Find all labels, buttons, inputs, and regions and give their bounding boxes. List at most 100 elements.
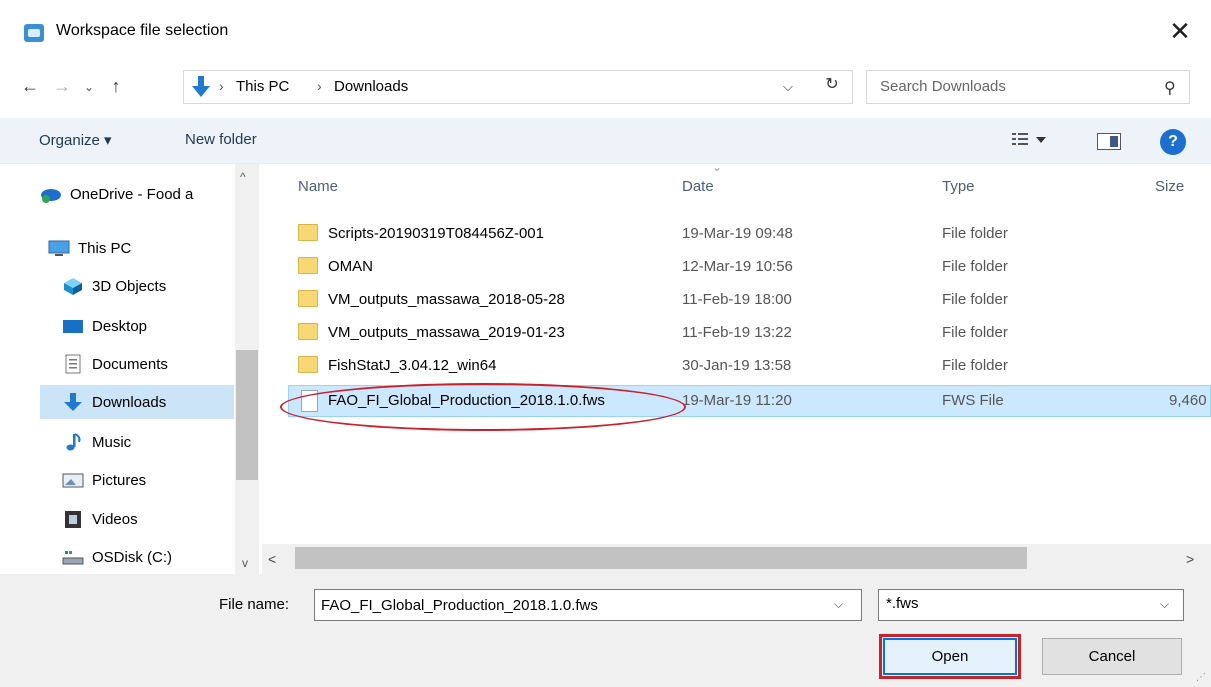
open-button[interactable]: Open (879, 634, 1021, 679)
nav-item-music[interactable]: Music (62, 425, 232, 459)
filter-dropdown-icon[interactable]: ⌵ (1160, 597, 1169, 612)
file-type: File folder (942, 291, 1008, 308)
change-view-icon[interactable] (1010, 128, 1050, 152)
address-dropdown-icon[interactable]: ⌵ (783, 79, 793, 95)
file-date: 19-Mar-19 11:20 (682, 392, 792, 409)
forward-arrow-icon[interactable]: → (48, 76, 76, 102)
downloads-location-icon (192, 76, 210, 97)
nav-item-label: OneDrive - Food a (70, 185, 194, 203)
breadcrumb-downloads[interactable]: Downloads (334, 78, 408, 95)
file-name: OMAN (328, 258, 373, 275)
nav-item-label: This PC (78, 239, 132, 257)
close-button[interactable]: ✕ (1160, 14, 1200, 50)
folder-icon (298, 323, 318, 340)
3d-objects-icon (62, 276, 84, 296)
column-header-date[interactable]: Date (682, 178, 714, 195)
file-date: 30-Jan-19 13:58 (682, 357, 792, 374)
pictures-icon (62, 470, 84, 490)
file-name: VM_outputs_massawa_2018-05-28 (328, 291, 565, 308)
downloads-icon (62, 392, 84, 412)
nav-item-label: Music (92, 433, 132, 451)
new-folder-button[interactable]: New folder (185, 131, 257, 148)
file-name: FishStatJ_3.04.12_win64 (328, 357, 497, 374)
recent-locations-chevron-icon[interactable]: ⌄ (78, 80, 100, 106)
nav-item-label: Downloads (92, 393, 167, 411)
scroll-down-icon[interactable]: v (242, 556, 248, 570)
navigation-pane: OneDrive - Food a This PC 3D Objects Des… (0, 164, 262, 574)
desktop-icon (62, 316, 84, 336)
nav-item-label: Pictures (92, 471, 147, 489)
up-arrow-icon[interactable]: ↑ (102, 76, 130, 102)
breadcrumb-separator: › (317, 78, 322, 94)
file-row[interactable]: VM_outputs_massawa_2018-05-28 11-Feb-19 … (288, 284, 1211, 316)
organize-button[interactable]: Organize ▾ (39, 131, 112, 149)
file-name-input[interactable] (314, 589, 862, 621)
file-type-filter-value: *.fws (886, 595, 919, 612)
file-type: File folder (942, 324, 1008, 341)
preview-pane-icon[interactable] (1097, 133, 1121, 150)
breadcrumb-this-pc[interactable]: This PC (236, 78, 289, 95)
nav-item-this-pc[interactable]: This PC (48, 231, 228, 265)
nav-item-label: OSDisk (C:) (92, 548, 172, 566)
folder-icon (298, 356, 318, 373)
folder-icon (298, 257, 318, 274)
scroll-up-icon[interactable]: ^ (240, 170, 246, 184)
folder-icon (298, 290, 318, 307)
file-date: 19-Mar-19 09:48 (682, 225, 793, 242)
file-name-dropdown-icon[interactable]: ⌵ (834, 597, 843, 612)
scroll-right-icon[interactable]: > (1186, 551, 1194, 567)
file-row[interactable]: FishStatJ_3.04.12_win64 30-Jan-19 13:58 … (288, 350, 1211, 382)
resize-grip-icon[interactable]: ⋰ (1196, 672, 1206, 683)
nav-item-pictures[interactable]: Pictures (62, 463, 232, 497)
search-icon[interactable]: ⚲ (1164, 78, 1176, 98)
nav-item-3d-objects[interactable]: 3D Objects (62, 269, 232, 303)
column-header-name[interactable]: Name (298, 178, 338, 195)
nav-scrollbar-thumb[interactable] (236, 350, 258, 480)
onedrive-icon (40, 184, 62, 204)
refresh-icon[interactable]: ↻ (817, 74, 847, 94)
music-icon (62, 432, 84, 452)
file-date: 12-Mar-19 10:56 (682, 258, 793, 275)
file-type: File folder (942, 225, 1008, 242)
documents-icon (62, 354, 84, 374)
nav-item-documents[interactable]: Documents (62, 347, 232, 381)
file-name: Scripts-20190319T084456Z-001 (328, 225, 544, 242)
app-icon (24, 24, 44, 42)
file-row[interactable]: VM_outputs_massawa_2019-01-23 11-Feb-19 … (288, 317, 1211, 349)
file-row[interactable]: Scripts-20190319T084456Z-001 19-Mar-19 0… (288, 218, 1211, 250)
file-type: File folder (942, 357, 1008, 374)
column-header-size[interactable]: Size (1155, 178, 1184, 195)
disk-icon (62, 547, 84, 567)
nav-item-videos[interactable]: Videos (62, 502, 232, 536)
nav-item-label: Videos (92, 510, 138, 528)
file-date: 11-Feb-19 13:22 (682, 324, 792, 341)
nav-item-label: Documents (92, 355, 168, 373)
horizontal-scrollbar-thumb[interactable] (295, 547, 1027, 569)
file-type: FWS File (942, 392, 1004, 409)
help-icon[interactable]: ? (1160, 129, 1186, 155)
scroll-left-icon[interactable]: < (268, 551, 276, 567)
file-name: VM_outputs_massawa_2019-01-23 (328, 324, 565, 341)
annotation-ellipse (280, 383, 686, 431)
nav-item-label: 3D Objects (92, 277, 167, 295)
file-type: File folder (942, 258, 1008, 275)
pc-icon (48, 238, 70, 258)
file-row[interactable]: OMAN 12-Mar-19 10:56 File folder (288, 251, 1211, 283)
back-arrow-icon[interactable]: ← (16, 76, 44, 102)
breadcrumb-separator: › (219, 78, 224, 94)
file-date: 11-Feb-19 18:00 (682, 291, 792, 308)
window-title: Workspace file selection (56, 22, 229, 39)
videos-icon (62, 509, 84, 529)
file-name-label: File name: (219, 596, 290, 613)
search-placeholder: Search Downloads (880, 78, 1006, 95)
sort-indicator-icon: ⌄ (712, 160, 723, 174)
nav-item-osdisk[interactable]: OSDisk (C:) (62, 540, 232, 574)
nav-item-downloads[interactable]: Downloads (40, 385, 234, 419)
file-type-filter[interactable] (878, 589, 1184, 621)
nav-item-onedrive[interactable]: OneDrive - Food a (40, 177, 230, 211)
folder-icon (298, 224, 318, 241)
cancel-button[interactable]: Cancel (1042, 638, 1182, 675)
nav-item-desktop[interactable]: Desktop (62, 309, 232, 343)
column-header-type[interactable]: Type (942, 178, 975, 195)
file-size: 9,460 (1169, 392, 1207, 409)
